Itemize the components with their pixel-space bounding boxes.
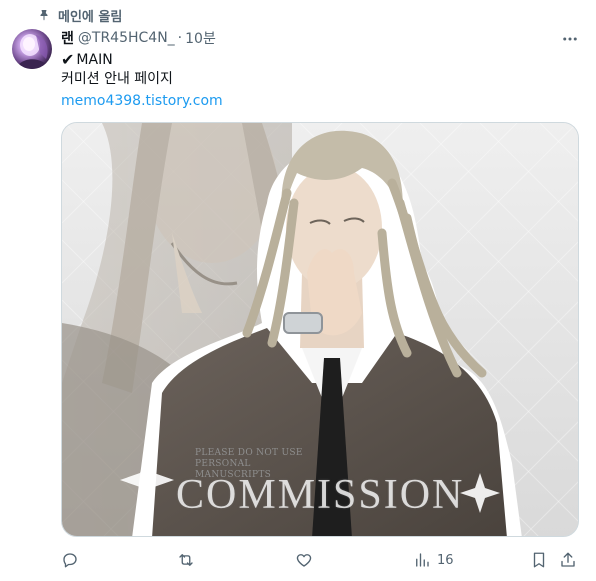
views-icon: [416, 553, 429, 567]
like-icon: [296, 554, 312, 567]
bookmark-button[interactable]: [530, 550, 548, 570]
separator: ·: [177, 30, 183, 46]
pinned-indicator: 메인에 올림: [38, 6, 123, 25]
views-button[interactable]: 16: [413, 550, 454, 570]
reply-button[interactable]: [61, 550, 79, 570]
post-text-line2: 커미션 안내 페이지: [61, 71, 173, 87]
user-handle[interactable]: @TR45HC4N_: [78, 30, 175, 46]
notice-line1: PLEASE DO NOT USE: [195, 448, 303, 458]
views-count: 16: [437, 552, 454, 568]
pinned-label: 메인에 올림: [58, 9, 123, 25]
post-link[interactable]: memo4398.tistory.com: [61, 91, 223, 111]
main-label: MAIN: [76, 52, 113, 68]
post-header: 랜 @TR45HC4N_ · 10분: [61, 28, 216, 48]
reply-icon: [63, 553, 77, 568]
retweet-icon: [179, 554, 193, 566]
post-text-line1: ✔ MAIN: [61, 50, 113, 70]
commission-watermark: COMMISSION: [176, 472, 465, 518]
avatar[interactable]: [12, 29, 52, 69]
like-button[interactable]: [295, 550, 313, 570]
post-image[interactable]: PLEASE DO NOT USE PERSONAL MANUSCRIPTS C…: [61, 122, 579, 537]
pin-icon: [40, 10, 48, 21]
more-button[interactable]: [561, 30, 579, 48]
bookmark-icon: [533, 552, 545, 568]
action-bar: 16: [61, 545, 579, 575]
share-icon: [561, 552, 575, 567]
post-time[interactable]: 10분: [185, 28, 216, 48]
retweet-button[interactable]: [177, 550, 195, 570]
more-icon: [563, 37, 577, 41]
display-name[interactable]: 랜: [61, 28, 74, 48]
share-button[interactable]: [559, 550, 577, 570]
checkmark-icon: ✔: [61, 50, 75, 69]
